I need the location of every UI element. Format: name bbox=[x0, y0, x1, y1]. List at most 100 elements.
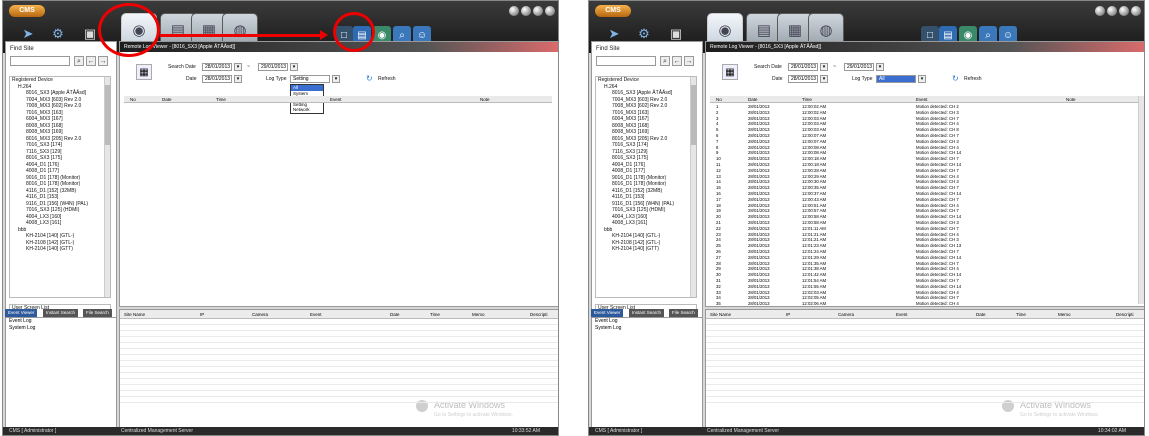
bottom-tab[interactable]: File Search bbox=[669, 309, 698, 317]
log-table-column-header[interactable]: Event bbox=[916, 96, 928, 103]
chevron-down-icon[interactable]: ▾ bbox=[876, 63, 884, 71]
arrow-right-icon[interactable]: → bbox=[98, 56, 108, 66]
event-grid-column-header[interactable]: Event bbox=[896, 310, 908, 319]
chevron-down-icon[interactable]: ▾ bbox=[332, 75, 340, 83]
chevron-down-icon[interactable]: ▾ bbox=[290, 63, 298, 71]
log-table-column-header[interactable]: Time bbox=[802, 96, 812, 103]
bottom-tab[interactable]: File Search bbox=[83, 309, 112, 317]
arrow-left-icon[interactable]: ← bbox=[86, 56, 96, 66]
event-grid-row[interactable] bbox=[120, 326, 558, 331]
arrow-right-icon[interactable]: → bbox=[684, 56, 694, 66]
event-grid-row[interactable] bbox=[706, 386, 1144, 391]
log-table-scrollbar[interactable] bbox=[1138, 96, 1144, 304]
tree-scrollbar[interactable] bbox=[690, 77, 696, 297]
chevron-down-icon[interactable]: ▾ bbox=[234, 75, 242, 83]
bottom-tab[interactable]: Event Viewer bbox=[5, 309, 38, 317]
event-grid-column-header[interactable]: IP bbox=[200, 310, 204, 319]
bottom-tab[interactable]: Event Viewer bbox=[591, 309, 624, 317]
log-category-item[interactable]: System Log bbox=[592, 325, 702, 332]
event-grid-row[interactable] bbox=[706, 350, 1144, 355]
event-grid-row[interactable] bbox=[706, 332, 1144, 337]
date-to-field[interactable]: 29/01/2013 bbox=[258, 63, 288, 71]
log-category-item[interactable]: System Log bbox=[6, 325, 116, 332]
log-table-column-header[interactable]: No bbox=[130, 96, 136, 103]
event-grid-row[interactable] bbox=[120, 374, 558, 379]
window-control-icon[interactable] bbox=[521, 6, 531, 16]
event-grid-row[interactable] bbox=[706, 368, 1144, 373]
chevron-down-icon[interactable]: ▾ bbox=[820, 63, 828, 71]
event-grid-row[interactable] bbox=[120, 332, 558, 337]
refresh-button[interactable]: Refresh bbox=[964, 76, 982, 82]
event-grid-row[interactable] bbox=[706, 392, 1144, 397]
event-grid-row[interactable] bbox=[120, 392, 558, 397]
date-field[interactable]: 28/01/2013 bbox=[788, 75, 818, 83]
event-grid-column-header[interactable]: Memo bbox=[472, 310, 485, 319]
log-table-column-header[interactable]: Date bbox=[748, 96, 758, 103]
date-field[interactable]: 28/01/2013 bbox=[202, 75, 232, 83]
log-type-select[interactable]: Setting bbox=[290, 75, 330, 83]
arrow-left-icon[interactable]: ← bbox=[672, 56, 682, 66]
find-site-input[interactable] bbox=[596, 56, 656, 66]
event-grid-column-header[interactable]: Event bbox=[310, 310, 322, 319]
log-table-column-header[interactable]: Time bbox=[216, 96, 226, 103]
chevron-down-icon[interactable]: ▾ bbox=[820, 75, 828, 83]
refresh-icon[interactable]: ↻ bbox=[366, 74, 373, 83]
event-grid-column-header[interactable]: Descripti bbox=[1116, 310, 1134, 319]
search-icon[interactable]: ⌕ bbox=[74, 56, 84, 66]
refresh-button[interactable]: Refresh bbox=[378, 76, 396, 82]
event-grid-row[interactable] bbox=[706, 344, 1144, 349]
event-grid-column-header[interactable]: IP bbox=[786, 310, 790, 319]
log-table-column-header[interactable]: Note bbox=[480, 96, 490, 103]
date-from-field[interactable]: 28/01/2013 bbox=[788, 63, 818, 71]
event-grid-column-header[interactable]: Camera bbox=[838, 310, 854, 319]
window-control-icon[interactable] bbox=[1131, 6, 1141, 16]
window-control-icon[interactable] bbox=[1107, 6, 1117, 16]
event-grid-column-header[interactable]: Site Name bbox=[710, 310, 731, 319]
find-site-input[interactable] bbox=[10, 56, 70, 66]
event-grid-column-header[interactable]: Camera bbox=[252, 310, 268, 319]
event-grid-column-header[interactable]: Date bbox=[390, 310, 400, 319]
window-control-icon[interactable] bbox=[533, 6, 543, 16]
log-table-column-header[interactable]: Date bbox=[162, 96, 172, 103]
event-grid-row[interactable] bbox=[706, 374, 1144, 379]
log-type-option[interactable]: Network bbox=[291, 107, 323, 113]
event-grid-row[interactable] bbox=[706, 338, 1144, 343]
event-grid-row[interactable] bbox=[706, 356, 1144, 361]
bottom-tab[interactable]: Instant Search bbox=[629, 309, 665, 317]
event-grid-row[interactable] bbox=[120, 338, 558, 343]
event-grid-column-header[interactable]: Date bbox=[976, 310, 986, 319]
date-to-field[interactable]: 29/01/2013 bbox=[844, 63, 874, 71]
bottom-tab[interactable]: Instant Search bbox=[43, 309, 79, 317]
search-icon[interactable]: ⌕ bbox=[660, 56, 670, 66]
event-grid-column-header[interactable]: Time bbox=[1016, 310, 1026, 319]
log-table-column-header[interactable]: Note bbox=[1066, 96, 1076, 103]
log-category-item[interactable]: Event Log bbox=[6, 318, 116, 325]
event-grid-column-header[interactable]: Descripti bbox=[530, 310, 548, 319]
event-grid-row[interactable] bbox=[120, 380, 558, 385]
event-grid-column-header[interactable]: Memo bbox=[1058, 310, 1071, 319]
event-grid-row[interactable] bbox=[120, 386, 558, 391]
window-control-icon[interactable] bbox=[509, 6, 519, 16]
event-grid-row[interactable] bbox=[120, 398, 558, 403]
tree-item[interactable]: KH-2104 [140] (GTT) bbox=[596, 246, 696, 253]
tree-scrollbar-thumb[interactable] bbox=[105, 85, 110, 145]
log-table-column-header[interactable]: Event bbox=[330, 96, 342, 103]
tree-scrollbar-thumb[interactable] bbox=[691, 85, 696, 145]
log-table-column-header[interactable]: No bbox=[716, 96, 722, 103]
event-grid-row[interactable] bbox=[120, 350, 558, 355]
event-grid-row[interactable] bbox=[706, 320, 1144, 325]
event-grid-row[interactable] bbox=[706, 380, 1144, 385]
event-grid-row[interactable] bbox=[120, 362, 558, 367]
refresh-icon[interactable]: ↻ bbox=[952, 74, 959, 83]
window-control-icon[interactable] bbox=[1095, 6, 1105, 16]
event-grid-row[interactable] bbox=[706, 398, 1144, 403]
event-grid-row[interactable] bbox=[120, 320, 558, 325]
chevron-down-icon[interactable]: ▾ bbox=[234, 63, 242, 71]
event-grid-column-header[interactable]: Site Name bbox=[124, 310, 145, 319]
log-row[interactable]: 35 28/01/2013 12:02:06 AM Motion detected: … bbox=[710, 301, 1138, 307]
window-control-icon[interactable] bbox=[545, 6, 555, 16]
log-type-select[interactable]: All bbox=[876, 75, 916, 83]
event-grid-row[interactable] bbox=[120, 356, 558, 361]
event-grid-row[interactable] bbox=[706, 362, 1144, 367]
event-grid-row[interactable] bbox=[120, 344, 558, 349]
